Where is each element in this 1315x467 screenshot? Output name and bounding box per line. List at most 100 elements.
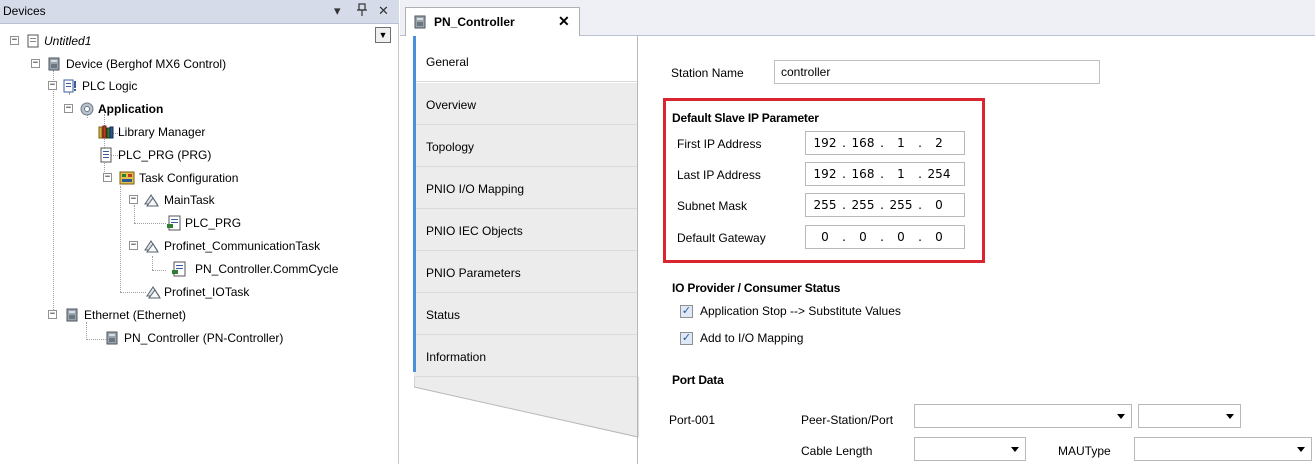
side-tab-overview[interactable]: Overview	[414, 83, 637, 125]
library-manager-icon	[98, 124, 114, 140]
substitute-values-checkbox[interactable]: ✓	[680, 305, 693, 318]
devices-pane: Devices ▾ ✕ ▼ − Untitled1 − Device (Berg…	[0, 0, 399, 464]
tree-item-plc-logic[interactable]: − PLC Logic	[0, 75, 380, 97]
devices-pane-title: Devices	[3, 4, 46, 18]
close-tab-icon[interactable]: ✕	[558, 13, 570, 30]
tree-item-label: Device (Berghof MX6 Control)	[66, 57, 227, 71]
tree-item-label: PLC_PRG	[185, 216, 242, 230]
cable-length-label: Cable Length	[801, 444, 873, 458]
mau-type-label: MAUType	[1058, 444, 1111, 458]
tree-item-ethernet[interactable]: − Ethernet (Ethernet)	[0, 304, 380, 326]
add-to-io-mapping-checkbox[interactable]: ✓	[680, 332, 693, 345]
station-name-label: Station Name	[671, 66, 744, 80]
side-tab-label: Overview	[426, 98, 477, 112]
side-tabs-divider	[637, 36, 638, 464]
pane-menu-chevron-icon[interactable]: ▾	[334, 3, 341, 19]
tree-item-label: PLC Logic	[82, 79, 138, 93]
peer-station-select[interactable]	[914, 404, 1132, 428]
pn-controller-icon	[412, 14, 428, 30]
side-tab-label: Status	[426, 308, 461, 322]
side-tab-label: PNIO I/O Mapping	[426, 182, 525, 196]
collapse-icon[interactable]: −	[64, 104, 73, 113]
side-tab-label: PNIO Parameters	[426, 266, 521, 280]
highlight-frame	[663, 98, 985, 263]
project-icon	[25, 33, 41, 49]
task-configuration-icon	[119, 170, 135, 186]
tree-item-label: MainTask	[164, 193, 215, 207]
tree-item-profinet-communicationtask[interactable]: − Profinet_CommunicationTask	[0, 235, 380, 257]
tree-item-label: PN_Controller (PN-Controller)	[124, 331, 284, 345]
application-gear-icon	[79, 101, 95, 117]
program-call-icon	[166, 215, 182, 231]
tree-item-label: Application	[98, 102, 164, 116]
task-icon	[143, 192, 159, 208]
side-tab-pnio-iec-objects[interactable]: PNIO IEC Objects	[414, 209, 637, 251]
side-tab-topology[interactable]: Topology	[414, 125, 637, 167]
tree-item-profinet-iotask[interactable]: Profinet_IOTask	[0, 281, 380, 303]
side-tabs-tail	[414, 377, 639, 438]
close-pane-icon[interactable]: ✕	[378, 3, 389, 19]
side-tab-status[interactable]: Status	[414, 293, 637, 335]
tree-item-label: Profinet_CommunicationTask	[164, 239, 321, 253]
side-tab-pnio-parameters[interactable]: PNIO Parameters	[414, 251, 637, 293]
collapse-icon[interactable]: −	[129, 195, 138, 204]
add-to-io-mapping-label: Add to I/O Mapping	[700, 331, 804, 345]
side-tab-label: Information	[426, 350, 487, 364]
side-tab-label: General	[426, 55, 469, 69]
editor-side-tabs: General Overview Topology PNIO I/O Mappi…	[400, 36, 655, 464]
tree-item-label: Library Manager	[118, 125, 206, 139]
plc-logic-icon	[62, 78, 78, 94]
mau-type-select[interactable]	[1134, 437, 1312, 461]
side-tab-label: Topology	[426, 140, 475, 154]
pn-controller-icon	[104, 330, 120, 346]
devices-pane-header: Devices ▾ ✕	[0, 0, 399, 24]
program-icon	[98, 147, 114, 163]
ethernet-device-icon	[64, 307, 80, 323]
tree-item-task-configuration[interactable]: − Task Configuration	[0, 167, 380, 189]
tree-item-label: Profinet_IOTask	[164, 285, 250, 299]
cable-length-select[interactable]	[914, 437, 1026, 461]
chevron-down-icon	[1117, 414, 1125, 419]
active-tab-accent	[413, 36, 416, 372]
program-call-icon	[171, 261, 187, 277]
editor-tab-pn-controller[interactable]: PN_Controller ✕	[405, 7, 580, 37]
side-tab-pnio-io-mapping[interactable]: PNIO I/O Mapping	[414, 167, 637, 209]
tree-item-untitled1[interactable]: − Untitled1	[0, 30, 380, 52]
editor-tab-label: PN_Controller	[434, 15, 515, 29]
tree-item-label: Task Configuration	[139, 171, 239, 185]
peer-port-select[interactable]	[1138, 404, 1241, 428]
tree-item-library-manager[interactable]: Library Manager	[0, 121, 380, 143]
tree-item-maintask[interactable]: − MainTask	[0, 189, 380, 211]
task-icon	[145, 284, 161, 300]
tree-item-label: PN_Controller.CommCycle	[195, 262, 339, 276]
tree-item-label: PLC_PRG (PRG)	[118, 148, 212, 162]
tree-item-pn-controller-commcycle[interactable]: PN_Controller.CommCycle	[0, 258, 380, 280]
tree-item-label: Ethernet (Ethernet)	[84, 308, 187, 322]
side-tab-information[interactable]: Information	[414, 335, 637, 377]
chevron-down-icon	[1226, 414, 1234, 419]
tree-item-plc-prg-call[interactable]: PLC_PRG	[0, 212, 380, 234]
task-icon	[143, 238, 159, 254]
tree-item-pn-controller[interactable]: PN_Controller (PN-Controller)	[0, 327, 380, 349]
collapse-icon[interactable]: −	[48, 81, 57, 90]
side-tab-label: PNIO IEC Objects	[426, 224, 523, 238]
pin-icon[interactable]	[357, 3, 367, 21]
substitute-values-label: Application Stop --> Substitute Values	[700, 304, 901, 318]
station-name-input[interactable]: controller	[774, 60, 1100, 84]
collapse-icon[interactable]: −	[129, 241, 138, 250]
device-icon	[46, 56, 62, 72]
tree-item-label: Untitled1	[44, 34, 92, 48]
collapse-icon[interactable]: −	[103, 173, 112, 182]
collapse-icon[interactable]: −	[10, 36, 19, 45]
collapse-icon[interactable]: −	[31, 59, 40, 68]
collapse-icon[interactable]: −	[48, 310, 57, 319]
tree-item-device[interactable]: − Device (Berghof MX6 Control)	[0, 53, 380, 75]
tree-item-application[interactable]: − Application	[0, 98, 380, 120]
peer-station-port-label: Peer-Station/Port	[801, 413, 894, 427]
chevron-down-icon	[1011, 447, 1019, 452]
side-tab-general[interactable]: General	[414, 40, 637, 82]
tree-item-plc-prg[interactable]: PLC_PRG (PRG)	[0, 144, 380, 166]
port-data-title: Port Data	[672, 373, 724, 387]
chevron-down-icon	[1297, 447, 1305, 452]
port-label: Port-001	[669, 413, 716, 427]
